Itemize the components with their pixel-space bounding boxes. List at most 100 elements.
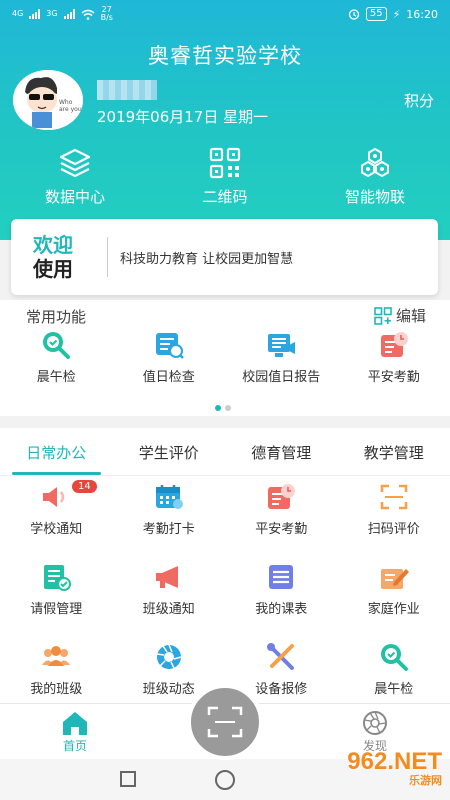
leave-form-icon	[44, 565, 72, 591]
pager-dot-active[interactable]	[215, 405, 221, 411]
common-item-duty-report[interactable]: 校园值日报告	[225, 330, 338, 385]
common-item-attendance[interactable]: 平安考勤	[338, 330, 450, 385]
common-item-label: 值日检查	[142, 370, 195, 385]
function-safe-attendance[interactable]: 平安考勤	[225, 482, 338, 562]
divider	[107, 237, 108, 277]
scan-button[interactable]	[187, 684, 263, 760]
duty-check-icon	[155, 333, 184, 359]
layers-icon	[59, 148, 91, 178]
qrcode-icon	[209, 147, 241, 179]
homework-icon	[380, 569, 409, 589]
points-link[interactable]: 积分	[404, 90, 434, 111]
tab-student-evaluation[interactable]: 学生评价	[113, 428, 226, 475]
function-attendance-clockin[interactable]: 考勤打卡	[113, 482, 226, 562]
quick-link-qrcode[interactable]: 二维码	[150, 146, 300, 207]
function-school-notice[interactable]: 14 学校通知	[0, 480, 113, 562]
username-blurred	[97, 80, 157, 100]
function-label: 家庭作业	[367, 602, 420, 617]
common-item-label: 晨午检	[36, 370, 76, 385]
function-label: 班级动态	[142, 682, 195, 697]
tabs-panel: 日常办公 学生评价 德育管理 教学管理 14 学校通知 考勤打卡 平安考勤 扫码…	[0, 428, 450, 703]
hexagon-cluster-icon	[361, 147, 389, 178]
function-my-timetable[interactable]: 我的课表	[225, 562, 338, 642]
signal-type-2: 3G	[46, 9, 58, 18]
quick-link-label: 数据中心	[44, 188, 105, 206]
clock: 16:20	[406, 7, 438, 21]
grid-edit-icon	[374, 306, 392, 325]
tab-moral-education[interactable]: 德育管理	[225, 428, 338, 475]
welcome-title-line2: 使用	[33, 257, 73, 281]
function-label: 平安考勤	[255, 522, 308, 537]
current-date: 2019年06月17日 星期一	[97, 108, 269, 126]
function-leave-management[interactable]: 请假管理	[0, 562, 113, 642]
svg-text:Who: Who	[59, 99, 73, 106]
edit-label: 编辑	[395, 307, 426, 325]
common-item-label: 平安考勤	[367, 370, 420, 385]
notification-badge: 14	[72, 480, 97, 493]
aperture-icon	[363, 711, 387, 735]
network-speed: 27 B/s	[101, 6, 113, 22]
function-label: 班级通知	[142, 602, 195, 617]
tools-icon	[267, 643, 295, 670]
quick-link-iot[interactable]: 智能物联	[300, 146, 450, 207]
magnifier-check-icon	[380, 644, 408, 671]
avatar[interactable]: Who are you	[13, 70, 83, 130]
quick-link-label: 二维码	[202, 188, 248, 206]
edit-button[interactable]: 编辑	[374, 305, 426, 326]
wifi-icon	[81, 9, 95, 20]
pager-dot[interactable]	[225, 405, 231, 411]
nav-home-label: 首页	[62, 739, 87, 753]
home-button[interactable]	[215, 770, 235, 790]
watermark-brand: 962.NET	[347, 748, 442, 775]
scan-icon	[380, 484, 407, 510]
tab-daily-office[interactable]: 日常办公	[0, 428, 113, 475]
aperture-icon	[156, 644, 181, 669]
quick-link-label: 智能物联	[344, 188, 405, 206]
nav-home[interactable]: 首页	[0, 704, 150, 759]
header-banner: 奥睿哲实验学校 Who are you 2019年06月17日 星期一 积分 数…	[0, 0, 450, 240]
group-icon	[42, 646, 71, 666]
section-title: 常用功能	[26, 308, 87, 326]
status-bar: 4G 3G 27 B/s 55 ⚡ 16:20	[0, 0, 450, 28]
welcome-card: 欢迎 使用 科技助力教育 让校园更加智慧	[11, 219, 438, 295]
function-class-notice[interactable]: 班级通知	[113, 562, 226, 642]
magnifier-check-icon	[43, 332, 71, 359]
recent-apps-button[interactable]	[120, 771, 136, 787]
scan-icon	[207, 706, 243, 738]
timetable-icon	[269, 565, 294, 589]
function-scan-evaluation[interactable]: 扫码评价	[338, 482, 450, 562]
battery-level: 55	[365, 7, 387, 21]
function-label: 晨午检	[374, 682, 414, 697]
signal-icon-2	[63, 9, 75, 19]
function-label: 我的课表	[255, 602, 308, 617]
function-label: 请假管理	[30, 602, 83, 617]
quick-link-data-center[interactable]: 数据中心	[0, 146, 150, 207]
function-label: 扫码评价	[367, 522, 420, 537]
common-functions-panel: 常用功能 编辑 晨午检 值日检查 校园值日报告 平安考勤	[0, 300, 450, 416]
function-label: 设备报修	[255, 682, 308, 697]
speed-unit: B/s	[100, 13, 113, 22]
school-name: 奥睿哲实验学校	[148, 44, 302, 68]
welcome-slogan: 科技助力教育 让校园更加智慧	[120, 251, 294, 267]
svg-text:are you: are you	[59, 106, 82, 113]
common-item-morning-check[interactable]: 晨午检	[0, 330, 113, 385]
function-label: 我的班级	[30, 682, 83, 697]
common-functions-grid: 晨午检 值日检查 校园值日报告 平安考勤	[0, 330, 450, 385]
function-label: 考勤打卡	[142, 522, 195, 537]
speaker-icon	[43, 487, 65, 507]
welcome-title-line1: 欢迎	[33, 233, 73, 257]
alarm-icon	[348, 9, 359, 20]
watermark-logo: 962.NET 乐游网	[347, 748, 442, 788]
calendar-icon	[155, 485, 183, 509]
tab-bar: 日常办公 学生评价 德育管理 教学管理	[0, 428, 450, 476]
tab-teaching-management[interactable]: 教学管理	[338, 428, 450, 475]
home-icon	[63, 712, 87, 735]
function-label: 学校通知	[30, 522, 83, 537]
welcome-title: 欢迎 使用	[11, 233, 107, 281]
pager-dots	[215, 405, 231, 411]
charging-icon: ⚡	[392, 7, 401, 21]
signal-icon	[29, 9, 41, 19]
attendance-clock-icon	[268, 484, 296, 509]
common-item-duty-check[interactable]: 值日检查	[113, 330, 226, 385]
function-homework[interactable]: 家庭作业	[338, 562, 450, 642]
